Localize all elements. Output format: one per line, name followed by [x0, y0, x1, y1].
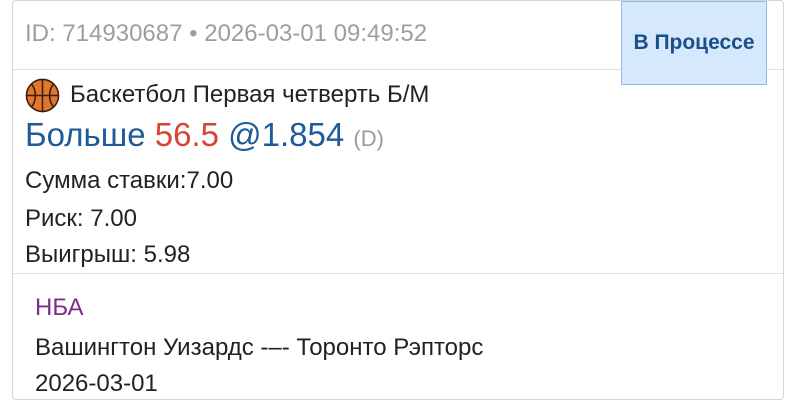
- win-amount: Выигрыш: 5.98: [25, 241, 191, 268]
- odds-type: (D): [353, 126, 384, 151]
- risk-amount: Риск: 7.00: [25, 205, 137, 232]
- market-name: Баскетбол Первая четверть Б/М: [70, 81, 430, 108]
- bet-id: ID: 714930687: [25, 20, 183, 47]
- event-date: 2026-03-01: [35, 370, 158, 397]
- bet-meta: ID: 714930687 • 2026-03-01 09:49:52: [25, 20, 427, 48]
- event-teams: Вашингтон Уизардс -–- Торонто Рэпторс: [35, 334, 484, 361]
- selection-name: Больше: [25, 116, 146, 153]
- basketball-icon: [25, 78, 60, 113]
- selection-line: 56.5: [154, 116, 219, 153]
- status-badge: В Процессе: [621, 1, 767, 85]
- selection-row: Больше 56.5 @1.854 (D): [25, 113, 384, 161]
- meta-separator: •: [189, 20, 198, 47]
- bet-datetime: 2026-03-01 09:49:52: [204, 20, 428, 47]
- market-row: Баскетбол Первая четверть Б/М: [25, 76, 429, 114]
- bet-card: ID: 714930687 • 2026-03-01 09:49:52 В Пр…: [12, 0, 784, 400]
- event-league: НБА: [35, 294, 84, 321]
- selection-odds: @1.854: [228, 116, 345, 153]
- stake-amount: Сумма ставки:7.00: [25, 167, 234, 194]
- section-divider: [13, 273, 783, 274]
